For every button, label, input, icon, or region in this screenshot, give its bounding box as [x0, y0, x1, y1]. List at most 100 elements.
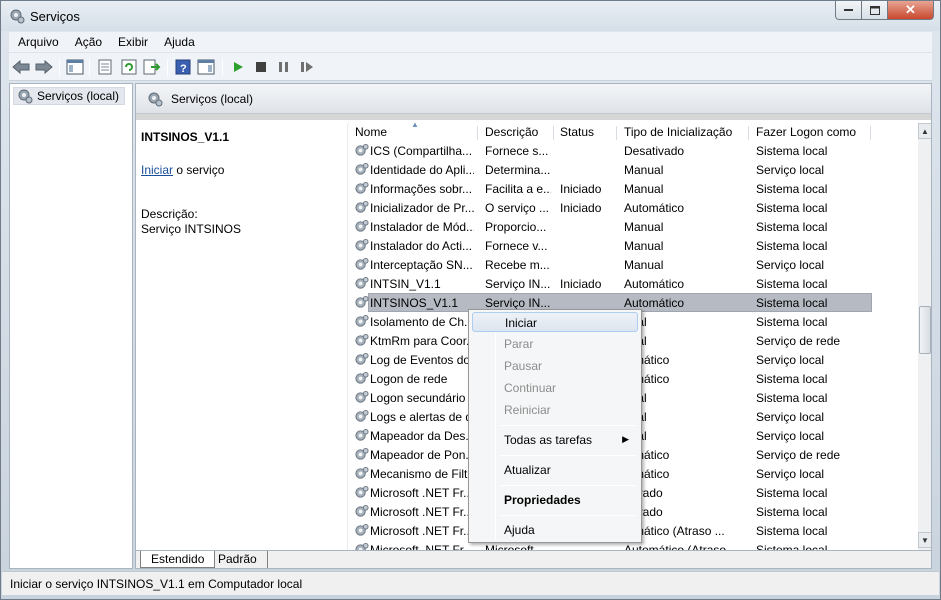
cell-name: Isolamento de Ch... — [370, 315, 474, 329]
cell-name: Logon secundário — [370, 391, 466, 405]
cell-startup-type: Automático (Atraso ... — [624, 543, 740, 550]
console-tree: Serviços (local) — [9, 83, 133, 569]
show-action-pane-button[interactable] — [197, 58, 215, 76]
cell-startup-type: tomático — [624, 353, 670, 367]
pause-service-button[interactable] — [275, 58, 293, 76]
refresh-button[interactable] — [120, 58, 138, 76]
view-tabs: Estendido Padrão — [136, 550, 931, 568]
table-row[interactable]: Instalador do Acti... Fornece v... Manual S… — [348, 236, 918, 255]
stop-service-button[interactable] — [252, 58, 270, 76]
forward-button[interactable] — [35, 58, 53, 76]
cell-name: Instalador de Mód... — [370, 220, 474, 234]
context-menu-start[interactable]: Iniciar — [472, 312, 638, 332]
main-header: Serviços (local) — [136, 84, 931, 114]
cell-log-on-as: Sistema local — [756, 239, 828, 253]
cell-log-on-as: Sistema local — [756, 277, 828, 291]
cell-startup-type: tomático (Atraso ... — [624, 524, 725, 538]
scroll-down-button[interactable]: ▼ — [918, 532, 931, 548]
maximize-button[interactable] — [862, 1, 888, 20]
context-menu-label: Reiniciar — [504, 403, 551, 417]
scroll-thumb[interactable] — [919, 306, 931, 354]
context-menu-resume: Continuar — [472, 378, 638, 398]
cell-log-on-as: Sistema local — [756, 505, 828, 519]
cell-name: Microsoft .NET Fr... — [370, 505, 474, 519]
tree-item-services-local[interactable]: Serviços (local) — [13, 87, 125, 105]
cell-name: Microsoft .NET Fr... — [370, 486, 474, 500]
table-row[interactable]: Instalador de Mód... Proporcio... Manual Si… — [348, 217, 918, 236]
menu-ajuda[interactable]: Ajuda — [155, 35, 202, 49]
back-button[interactable] — [12, 58, 30, 76]
cell-startup-type: Automático — [624, 296, 685, 310]
cell-log-on-as: Serviço local — [756, 410, 825, 424]
cell-name: Mapeador de Pon... — [370, 448, 474, 462]
show-hide-console-tree-button[interactable] — [66, 58, 84, 76]
cell-startup-type: Manual — [624, 220, 664, 234]
minimize-button[interactable] — [835, 1, 862, 20]
context-menu-all-tasks[interactable]: Todas as tarefas ▶ — [472, 430, 638, 450]
export-list-button[interactable] — [143, 58, 161, 76]
cell-log-on-as: Sistema local — [756, 524, 828, 538]
context-menu: Iniciar Parar Pausar Continuar Reiniciar… — [468, 309, 642, 543]
menu-bar: Arquivo Ação Exibir Ajuda — [9, 32, 932, 52]
close-icon: ✕ — [905, 2, 916, 17]
column-header-log-on-as[interactable]: Fazer Logon como — [756, 125, 856, 139]
column-header-name[interactable]: Nome — [355, 125, 387, 139]
title-bar[interactable]: Serviços ✕ — [1, 1, 940, 31]
table-row[interactable]: INTSIN_V1.1 Serviço IN... Iniciado Automáti… — [348, 274, 918, 293]
table-row[interactable]: Identidade do Apli... Determina... Manual S… — [348, 160, 918, 179]
service-gear-icon — [355, 257, 369, 270]
cell-name: Instalador do Acti... — [370, 239, 473, 253]
restart-icon — [301, 62, 313, 72]
context-menu-label: Continuar — [504, 381, 557, 395]
tab-extended[interactable]: Estendido — [140, 551, 216, 568]
vertical-scrollbar[interactable]: ▲ ▼ — [918, 123, 931, 550]
cell-name: Log de Eventos do — [370, 353, 471, 367]
cell-name: Mapeador da Des... — [370, 429, 474, 443]
service-action: Iniciar o serviço — [141, 163, 224, 177]
column-header-startup-type[interactable]: Tipo de Inicialização — [624, 125, 732, 139]
service-gear-icon — [355, 371, 369, 384]
cell-startup-type: tomático — [624, 467, 670, 481]
restart-service-button[interactable] — [298, 58, 316, 76]
context-menu-pause: Pausar — [472, 356, 638, 376]
toolbar: ? — [9, 53, 932, 81]
description-value: Serviço INTSINOS — [141, 222, 242, 236]
cell-name: INTSINOS_V1.1 — [370, 296, 459, 310]
service-gear-icon — [355, 333, 369, 346]
scroll-up-button[interactable]: ▲ — [918, 123, 931, 139]
menu-arquivo[interactable]: Arquivo — [9, 35, 66, 49]
cell-description: Recebe m... — [485, 258, 550, 272]
table-row[interactable]: Interceptação SN... Recebe m... Manual Serv… — [348, 255, 918, 274]
cell-description: Facilita a e... — [485, 182, 551, 196]
context-menu-refresh[interactable]: Atualizar — [472, 460, 638, 480]
cell-log-on-as: Serviço de rede — [756, 334, 841, 348]
close-button[interactable]: ✕ — [888, 1, 934, 20]
cell-startup-type: nual — [624, 334, 746, 348]
context-menu-label: Parar — [504, 337, 534, 351]
menu-exibir[interactable]: Exibir — [109, 35, 155, 49]
context-menu-properties[interactable]: Propriedades — [472, 490, 638, 510]
context-menu-help[interactable]: Ajuda — [472, 520, 638, 540]
cell-log-on-as: Serviço local — [756, 258, 825, 272]
cell-log-on-as: Sistema local — [756, 182, 828, 196]
menu-acao[interactable]: Ação — [66, 35, 109, 49]
service-gear-icon — [355, 162, 369, 175]
column-header-description[interactable]: Descrição — [485, 125, 538, 139]
cell-log-on-as: Sistema local — [756, 201, 828, 215]
export-icon — [143, 59, 161, 75]
help-button[interactable]: ? — [174, 58, 192, 76]
cell-startup-type: ativado — [624, 505, 663, 519]
context-menu-label: Propriedades — [504, 493, 581, 507]
start-service-button[interactable] — [229, 58, 247, 76]
cell-status: Iniciado — [560, 277, 602, 291]
start-service-link[interactable]: Iniciar — [141, 163, 173, 177]
cell-log-on-as: Serviço de rede — [756, 448, 841, 462]
cell-startup-type: nual — [624, 429, 746, 443]
sort-ascending-icon: ▲ — [411, 120, 419, 129]
table-row[interactable]: Informações sobr... Facilita a e... Inicia… — [348, 179, 918, 198]
tab-standard[interactable]: Padrão — [208, 551, 268, 568]
table-row[interactable]: Inicializador de Pr... O serviço ... Inici… — [348, 198, 918, 217]
table-row[interactable]: ICS (Compartilha... Fornece s... Desativad… — [348, 141, 918, 160]
properties-toolbar-button[interactable] — [96, 58, 114, 76]
column-header-status[interactable]: Status — [560, 125, 594, 139]
